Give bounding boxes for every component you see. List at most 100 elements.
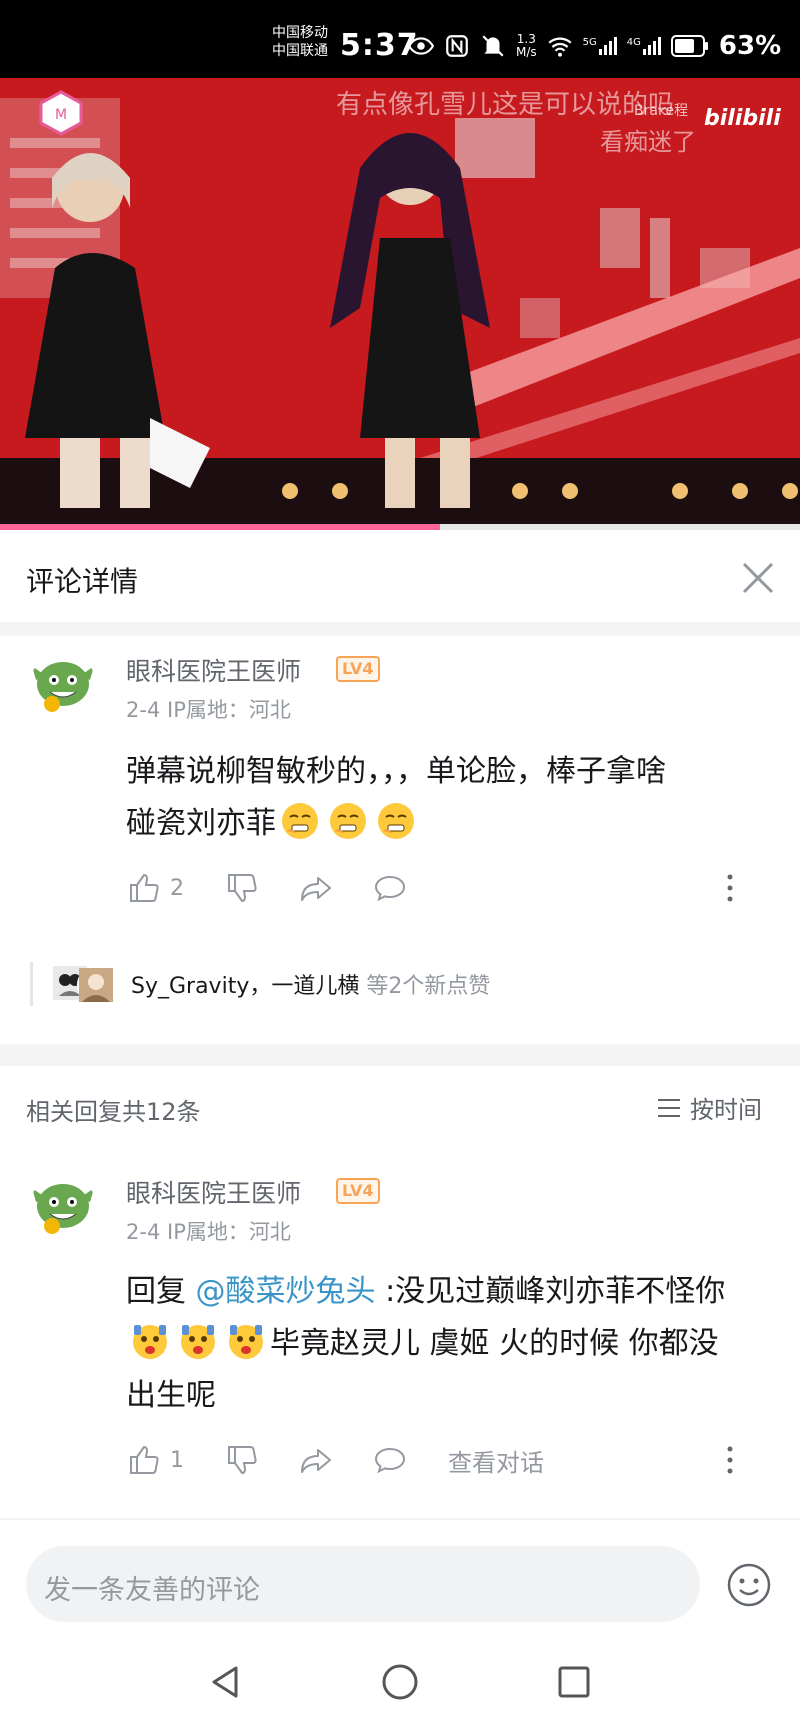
comment-text-segment: 碰瓷刘亦菲 — [126, 806, 276, 841]
comment-date: 2-4 — [126, 698, 161, 722]
close-icon[interactable] — [736, 556, 780, 600]
liked-by-text: Sy_Gravity，一道儿横 等2个新点赞 — [131, 968, 490, 1000]
mention-link[interactable]: @酸菜炒兔头 — [196, 1274, 376, 1309]
svg-text:M: M — [55, 107, 67, 123]
comment-detail-header: 评论详情 — [0, 530, 800, 626]
reply-button[interactable] — [372, 1440, 408, 1480]
home-icon[interactable] — [380, 1662, 420, 1702]
bilibili-watermark: bilibili — [704, 106, 781, 131]
level-badge: LV4 — [336, 1178, 380, 1204]
comment-meta: 2-4 IP属地：河北 — [126, 694, 291, 724]
carrier-top: 中国移动 — [272, 25, 328, 41]
avatar[interactable] — [30, 652, 96, 718]
thumbs-down-icon — [228, 1446, 257, 1475]
carrier-bottom: 中国联通 — [272, 43, 328, 59]
share-button[interactable] — [298, 868, 334, 908]
sort-button[interactable]: 按时间 — [656, 1090, 762, 1125]
thumbs-up-icon — [130, 873, 159, 902]
battery-percent: 63% — [718, 31, 782, 61]
divider — [0, 1518, 800, 1520]
signal-1-label: 5G — [582, 37, 597, 48]
eye-icon — [408, 37, 434, 55]
recents-icon[interactable] — [554, 1662, 594, 1702]
back-icon[interactable] — [206, 1662, 246, 1702]
share-icon — [301, 1449, 331, 1473]
panel-title: 评论详情 — [26, 565, 139, 598]
comment-date: 2-4 — [126, 1220, 161, 1244]
comment-text: 回复 @酸菜炒兔头 :没见过巅峰刘亦菲不怪你 毕竟赵灵儿 虞姬 火的时候 你都没… — [126, 1266, 786, 1422]
comment-input-placeholder: 发一条友善的评论 — [44, 1575, 260, 1606]
comment-text-line: 回复 @酸菜炒兔头 :没见过巅峰刘亦菲不怪你 — [126, 1266, 786, 1318]
mute-icon — [482, 35, 504, 57]
danmaku-text: 看痴迷了 — [600, 128, 696, 156]
carrier-info: 中国移动 中国联通 — [272, 24, 328, 60]
signal-icon: 5G — [583, 37, 617, 55]
view-conversation-button[interactable]: 查看对话 — [448, 1440, 544, 1480]
divider — [0, 622, 800, 636]
avatar[interactable] — [30, 1174, 96, 1240]
wifi-icon — [548, 37, 572, 57]
comment-text-segment: 毕竟赵灵儿 虞姬 火的时候 你都没 — [270, 1326, 719, 1361]
like-count: 2 — [170, 875, 184, 901]
username[interactable]: 眼科医院王医师 — [126, 1174, 301, 1210]
grimace-emoji-icon — [282, 803, 318, 839]
more-options-icon[interactable] — [722, 1440, 738, 1480]
liked-by-suffix: 等2个新点赞 — [366, 974, 491, 999]
smiley-icon[interactable] — [726, 1562, 772, 1608]
comment-text-segment: :没见过巅峰刘亦菲不怪你 — [385, 1274, 726, 1309]
more-options-icon[interactable] — [722, 868, 738, 908]
signal-icon: 4G — [627, 37, 661, 55]
danmaku-text: Brake程 — [634, 103, 689, 119]
like-button[interactable]: 1 — [126, 1440, 184, 1480]
like-count: 1 — [170, 1447, 184, 1473]
battery-icon — [670, 35, 708, 57]
dislike-button[interactable] — [224, 868, 260, 908]
clock: 5:37 — [340, 28, 419, 63]
status-icons: 1.3 M/s 5G 4G 63% — [408, 26, 781, 66]
level-badge: LV4 — [336, 656, 380, 682]
reply-prefix: 回复 — [126, 1274, 186, 1309]
ip-location: IP属地：河北 — [167, 1220, 291, 1244]
share-icon — [301, 877, 331, 901]
comment-actions: 2 — [0, 868, 800, 908]
liked-by-row[interactable]: Sy_Gravity，一道儿横 等2个新点赞 — [30, 962, 753, 1006]
nfc-icon — [446, 35, 468, 57]
status-bar: 中国移动 中国联通 5:37 1.3 M/s 5G 4G 63% — [0, 0, 800, 78]
share-button[interactable] — [298, 1440, 334, 1480]
comment-text-line: 毕竟赵灵儿 虞姬 火的时候 你都没 — [126, 1318, 786, 1370]
channel-logo-icon: M — [39, 90, 83, 136]
shocked-emoji-icon — [181, 1325, 215, 1359]
comment-bubble-icon — [374, 875, 406, 902]
comment-actions: 1 查看对话 — [0, 1440, 800, 1480]
comment-text: 弹幕说柳智敏秒的，，，单论脸，棒子拿啥 碰瓷刘亦菲 — [126, 746, 776, 850]
net-speed-unit: M/s — [516, 45, 537, 59]
ip-location: IP属地：河北 — [167, 698, 291, 722]
divider — [0, 1044, 800, 1066]
grimace-emoji-icon — [330, 803, 366, 839]
dislike-button[interactable] — [224, 1440, 260, 1480]
shocked-emoji-icon — [133, 1325, 167, 1359]
sort-list-icon — [658, 1098, 680, 1117]
liked-by-names: Sy_Gravity，一道儿横 — [131, 974, 360, 999]
thumbs-up-icon — [130, 1445, 159, 1474]
like-button[interactable]: 2 — [126, 868, 184, 908]
video-player[interactable]: M 有点像孔雪儿这是可以说的吗 Brake程 看痴迷了 bilibili — [0, 78, 800, 528]
comment-bubble-icon — [374, 1447, 406, 1474]
signal-2-label: 4G — [626, 37, 641, 48]
grimace-emoji-icon — [378, 803, 414, 839]
comment-text-line: 弹幕说柳智敏秒的，，，单论脸，棒子拿啥 — [126, 754, 666, 789]
reply-button[interactable] — [372, 868, 408, 908]
comment-text-line: 碰瓷刘亦菲 — [126, 798, 776, 850]
shocked-emoji-icon — [229, 1325, 263, 1359]
comment-text-line: 出生呢 — [126, 1378, 216, 1413]
sort-label: 按时间 — [690, 1096, 762, 1124]
comment-meta: 2-4 IP属地：河北 — [126, 1216, 291, 1246]
replies-count: 相关回复共12条 — [26, 1098, 201, 1126]
comment-input[interactable]: 发一条友善的评论 — [26, 1546, 700, 1622]
danmaku-text: 有点像孔雪儿这是可以说的吗 — [336, 90, 675, 120]
net-speed: 1.3 M/s — [516, 33, 537, 59]
username[interactable]: 眼科医院王医师 — [126, 652, 301, 688]
avatar — [77, 966, 115, 1004]
thumbs-down-icon — [228, 874, 257, 903]
system-nav-bar — [0, 1640, 800, 1722]
